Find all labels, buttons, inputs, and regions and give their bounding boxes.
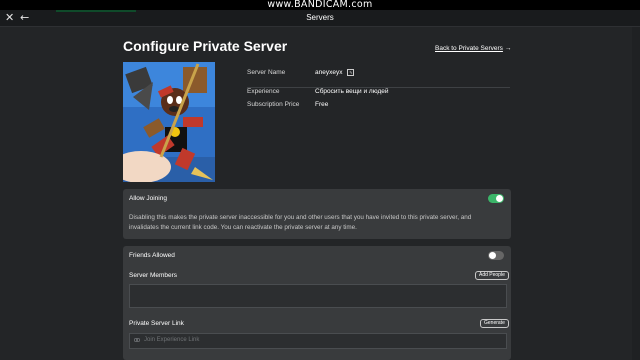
subscription-price-value: Free [315, 101, 329, 108]
subscription-price-row: Subscription Price Free [247, 101, 510, 121]
back-link-label: Back to Private Servers [435, 45, 503, 52]
allow-joining-panel: Allow Joining Disabling this makes the p… [123, 189, 511, 239]
allow-joining-toggle[interactable] [488, 194, 504, 203]
server-link-field[interactable]: Join Experience Link [129, 333, 507, 349]
scrollbar[interactable] [632, 27, 640, 360]
window-title: Servers [306, 13, 334, 22]
experience-thumbnail [123, 62, 215, 182]
private-server-link-title: Private Server Link [129, 320, 184, 327]
allow-joining-title: Allow Joining [129, 195, 167, 202]
server-settings-panel: Friends Allowed Server Members Add Peopl… [123, 246, 511, 360]
edit-icon[interactable]: ✎ [347, 69, 355, 76]
arrow-right-icon: → [504, 45, 512, 52]
server-name-value-wrap: aneyxeyx ✎ [315, 69, 355, 77]
server-name-row: Server Name aneyxeyx ✎ [247, 67, 510, 88]
title-bar-accent [56, 10, 136, 12]
experience-label: Experience [247, 88, 280, 95]
server-name-value: aneyxeyx [315, 69, 343, 77]
back-to-servers-link[interactable]: Back to Private Servers → [435, 45, 511, 52]
toggle-knob [489, 252, 496, 259]
server-members-list [129, 284, 507, 308]
toggle-knob [496, 195, 503, 202]
generate-button[interactable]: Generate [480, 319, 509, 328]
server-members-title: Server Members [129, 272, 178, 279]
page-title: Configure Private Server [123, 38, 288, 54]
server-link-placeholder: Join Experience Link [144, 337, 200, 343]
experience-thumbnail-art [123, 62, 215, 182]
server-name-label: Server Name [247, 69, 286, 76]
friends-allowed-title: Friends Allowed [129, 252, 175, 259]
add-people-button[interactable]: Add People [475, 271, 509, 280]
experience-value[interactable]: Сбросить вещи и людей [315, 88, 388, 95]
friends-allowed-toggle[interactable] [488, 251, 504, 260]
allow-joining-description: Disabling this makes the private server … [129, 214, 472, 231]
link-icon [134, 338, 140, 342]
title-bar: ✕ ← Servers [0, 10, 640, 27]
subscription-price-label: Subscription Price [247, 101, 300, 108]
